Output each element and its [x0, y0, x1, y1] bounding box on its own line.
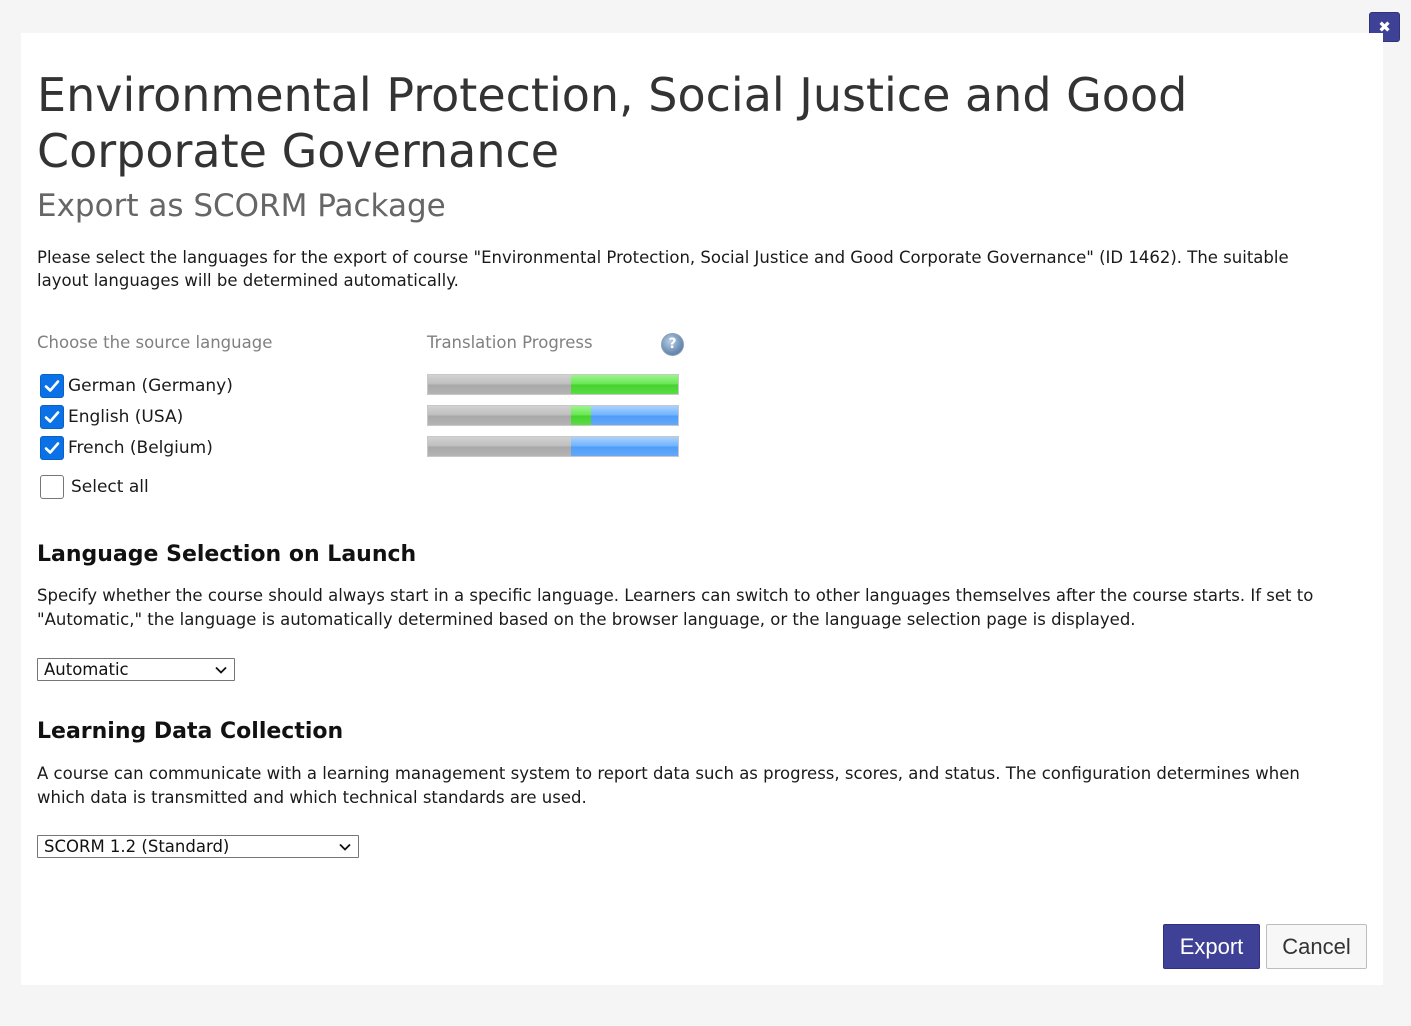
collection-section-title: Learning Data Collection: [37, 719, 344, 744]
help-icon[interactable]: ?: [661, 333, 684, 356]
cancel-button[interactable]: Cancel: [1266, 924, 1367, 969]
select-all-row[interactable]: Select all: [40, 474, 149, 500]
launch-section-text: Specify whether the course should always…: [37, 586, 1314, 629]
launch-section-title: Language Selection on Launch: [37, 542, 417, 567]
german-checkbox[interactable]: [40, 374, 64, 398]
progress-segment-green: [571, 375, 678, 394]
progress-segment-blue: [571, 437, 678, 456]
collection-select-value: SCORM 1.2 (Standard): [44, 837, 230, 856]
language-row-english[interactable]: English (USA): [40, 404, 183, 430]
progress-segment-blue: [591, 406, 678, 425]
progress-segment-gray: [428, 406, 571, 425]
export-dialog: Environmental Protection, Social Justice…: [21, 33, 1383, 985]
select-all-checkbox[interactable]: [40, 475, 64, 499]
language-label: German (Germany): [68, 376, 233, 396]
french-checkbox[interactable]: [40, 436, 64, 460]
launch-select-value: Automatic: [44, 660, 129, 679]
chevron-down-icon: [339, 843, 351, 851]
language-label: French (Belgium): [68, 438, 213, 458]
launch-language-select[interactable]: Automatic: [37, 658, 235, 681]
language-row-french[interactable]: French (Belgium): [40, 435, 213, 461]
data-collection-select[interactable]: SCORM 1.2 (Standard): [37, 835, 359, 858]
checkmark-icon: [44, 411, 60, 423]
dialog-subtitle: Export as SCORM Package: [37, 188, 446, 224]
intro-text: Please select the languages for the expo…: [37, 248, 1289, 290]
checkmark-icon: [44, 380, 60, 392]
english-checkbox[interactable]: [40, 405, 64, 429]
source-language-header: Choose the source language: [37, 333, 273, 352]
language-label: English (USA): [68, 407, 184, 427]
progress-segment-gray: [428, 375, 571, 394]
export-button[interactable]: Export: [1163, 924, 1260, 969]
translation-progress-header: Translation Progress: [427, 333, 593, 352]
progress-bar-french: [427, 436, 679, 457]
progress-bar-english: [427, 405, 679, 426]
language-row-german[interactable]: German (Germany): [40, 373, 233, 399]
chevron-down-icon: [215, 666, 227, 674]
select-all-label: Select all: [71, 477, 149, 497]
progress-bar-german: [427, 374, 679, 395]
progress-segment-gray: [428, 437, 571, 456]
progress-segment-green: [571, 406, 591, 425]
checkmark-icon: [44, 442, 60, 454]
course-title: Environmental Protection, Social Justice…: [37, 68, 1188, 178]
collection-section-text: A course can communicate with a learning…: [37, 764, 1300, 807]
